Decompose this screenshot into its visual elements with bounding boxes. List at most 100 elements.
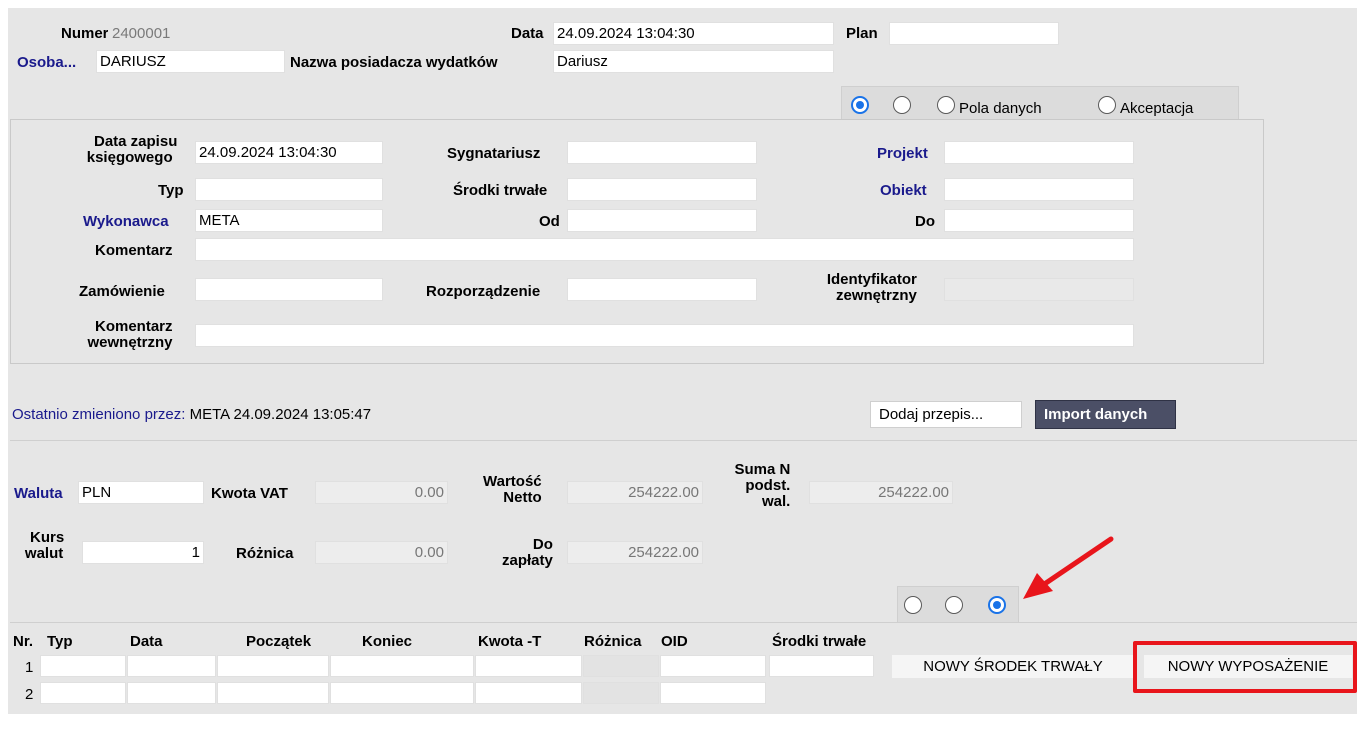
data-zapisu-label: Data zapisu księgowego: [87, 133, 178, 166]
suma-label-line3: wal.: [762, 493, 791, 510]
data-zapisu-label-line2: księgowego: [86, 149, 173, 166]
row-1-poczatek[interactable]: [217, 655, 329, 677]
col-header-roznica: Różnica: [584, 633, 642, 650]
data-label: Data: [511, 25, 544, 42]
table-tab-radio-1[interactable]: [904, 596, 922, 614]
tab-radio-pola-danych[interactable]: [937, 96, 955, 114]
tab-radio-akceptacja[interactable]: [1098, 96, 1116, 114]
row-2-data[interactable]: [127, 682, 216, 704]
row-2-nr: 2: [25, 686, 34, 703]
row-1-data[interactable]: [127, 655, 216, 677]
obiekt-field[interactable]: [944, 178, 1134, 201]
do-label: Do: [915, 213, 935, 230]
komentarz-label: Komentarz: [95, 242, 173, 259]
last-changed-value: META 24.09.2024 13:05:47: [185, 406, 372, 423]
kurs-walut-field[interactable]: 1: [82, 541, 204, 564]
komentarz-wew-label-line1: Komentarz: [95, 318, 173, 335]
srodki-trwale-field[interactable]: [567, 178, 757, 201]
kwota-vat-field[interactable]: 0.00: [315, 481, 448, 504]
wykonawca-field[interactable]: META: [195, 209, 383, 232]
identyfikator-label-line2: zewnętrzny: [836, 287, 917, 304]
row-2-roznica: [583, 682, 659, 704]
do-field[interactable]: [944, 209, 1134, 232]
kurs-walut-label-line2: walut: [24, 545, 64, 562]
wartosc-netto-label-line1: Wartość: [483, 473, 542, 490]
zamowienie-label: Zamówienie: [79, 283, 165, 300]
data-zapisu-label-line1: Data zapisu: [94, 133, 178, 150]
last-changed: Ostatnio zmieniono przez: META 24.09.202…: [12, 406, 371, 423]
suma-field[interactable]: 254222.00: [809, 481, 953, 504]
waluta-link[interactable]: Waluta: [14, 485, 63, 502]
row-2-kwota[interactable]: [475, 682, 582, 704]
col-header-data: Data: [130, 633, 163, 650]
table-tab-radio-3[interactable]: [988, 596, 1006, 614]
wartosc-netto-label-line2: Netto: [503, 489, 542, 506]
col-header-oid: OID: [661, 633, 688, 650]
zamowienie-field[interactable]: [195, 278, 383, 301]
tab-radio-1[interactable]: [851, 96, 869, 114]
last-changed-label: Ostatnio zmieniono przez:: [12, 406, 186, 423]
row-1-oid[interactable]: [660, 655, 766, 677]
nowy-srodek-trwaly-button[interactable]: NOWY ŚRODEK TRWAŁY: [891, 654, 1135, 679]
wykonawca-link[interactable]: Wykonawca: [83, 213, 169, 230]
roznica-label: Różnica: [236, 545, 294, 562]
sygnatariusz-field[interactable]: [567, 141, 757, 164]
wartosc-netto-field[interactable]: 254222.00: [567, 481, 703, 504]
nazwa-label: Nazwa posiadacza wydatków: [290, 54, 498, 71]
komentarz-field[interactable]: [195, 238, 1134, 261]
projekt-field[interactable]: [944, 141, 1134, 164]
identyfikator-field[interactable]: [944, 278, 1134, 301]
roznica-field[interactable]: 0.00: [315, 541, 448, 564]
do-zaplaty-label: Do zapłaty: [502, 537, 553, 569]
suma-label: Suma N podst. wal.: [733, 461, 791, 510]
row-2-oid[interactable]: [660, 682, 766, 704]
kurs-walut-label: Kurs walut: [24, 530, 64, 562]
data-zapisu-field[interactable]: 24.09.2024 13:04:30: [195, 141, 383, 164]
komentarz-wew-label-line2: wewnętrzny: [87, 334, 173, 351]
identyfikator-label: Identyfikator zewnętrzny: [813, 272, 917, 304]
typ-field[interactable]: [195, 178, 383, 201]
obiekt-link[interactable]: Obiekt: [880, 182, 927, 199]
tab-radio-2[interactable]: [893, 96, 911, 114]
rozporzadzenie-field[interactable]: [567, 278, 757, 301]
row-2-typ[interactable]: [40, 682, 126, 704]
row-1-srodki[interactable]: [769, 655, 874, 677]
waluta-field[interactable]: PLN: [78, 481, 204, 504]
do-zaplaty-field[interactable]: 254222.00: [567, 541, 703, 564]
od-field[interactable]: [567, 209, 757, 232]
row-1-kwota[interactable]: [475, 655, 582, 677]
row-1-koniec[interactable]: [330, 655, 474, 677]
data-field[interactable]: 24.09.2024 13:04:30: [553, 22, 834, 45]
osoba-link[interactable]: Osoba...: [17, 54, 76, 71]
col-header-srodki: Środki trwałe: [772, 633, 867, 650]
osoba-field[interactable]: DARIUSZ: [96, 50, 285, 73]
row-2-poczatek[interactable]: [217, 682, 329, 704]
do-zaplaty-label-line2: zapłaty: [502, 552, 553, 569]
numer-field[interactable]: 2400001: [108, 22, 284, 45]
row-1-roznica: [583, 655, 659, 677]
row-1-typ[interactable]: [40, 655, 126, 677]
highlight-box-annotation: [1133, 641, 1357, 693]
tab-akceptacja-label[interactable]: Akceptacja: [1120, 100, 1193, 117]
komentarz-wew-field[interactable]: [195, 324, 1134, 347]
row-1-nr: 1: [25, 659, 34, 676]
komentarz-wew-label: Komentarz wewnętrzny: [82, 318, 173, 351]
col-header-koniec: Koniec: [362, 633, 413, 650]
wartosc-netto-label: Wartość Netto: [483, 474, 542, 506]
tab-pola-danych-label[interactable]: Pola danych: [959, 100, 1042, 117]
nazwa-field[interactable]: Dariusz: [553, 50, 834, 73]
suma-label-line1: Suma N: [734, 461, 791, 478]
table-tab-radio-2[interactable]: [945, 596, 963, 614]
do-zaplaty-label-line1: Do: [532, 536, 553, 553]
identyfikator-label-line1: Identyfikator: [826, 271, 917, 288]
projekt-link[interactable]: Projekt: [877, 145, 928, 162]
plan-field[interactable]: [889, 22, 1059, 45]
srodki-trwale-label: Środki trwałe: [453, 182, 548, 199]
dodaj-przepis-button[interactable]: Dodaj przepis...: [870, 401, 1022, 428]
rozporzadzenie-label: Rozporządzenie: [426, 283, 541, 300]
col-header-nr: Nr.: [13, 633, 34, 650]
col-header-poczatek: Początek: [246, 633, 312, 650]
import-danych-button[interactable]: Import danych: [1035, 400, 1176, 429]
suma-label-line2: podst.: [745, 477, 791, 494]
row-2-koniec[interactable]: [330, 682, 474, 704]
